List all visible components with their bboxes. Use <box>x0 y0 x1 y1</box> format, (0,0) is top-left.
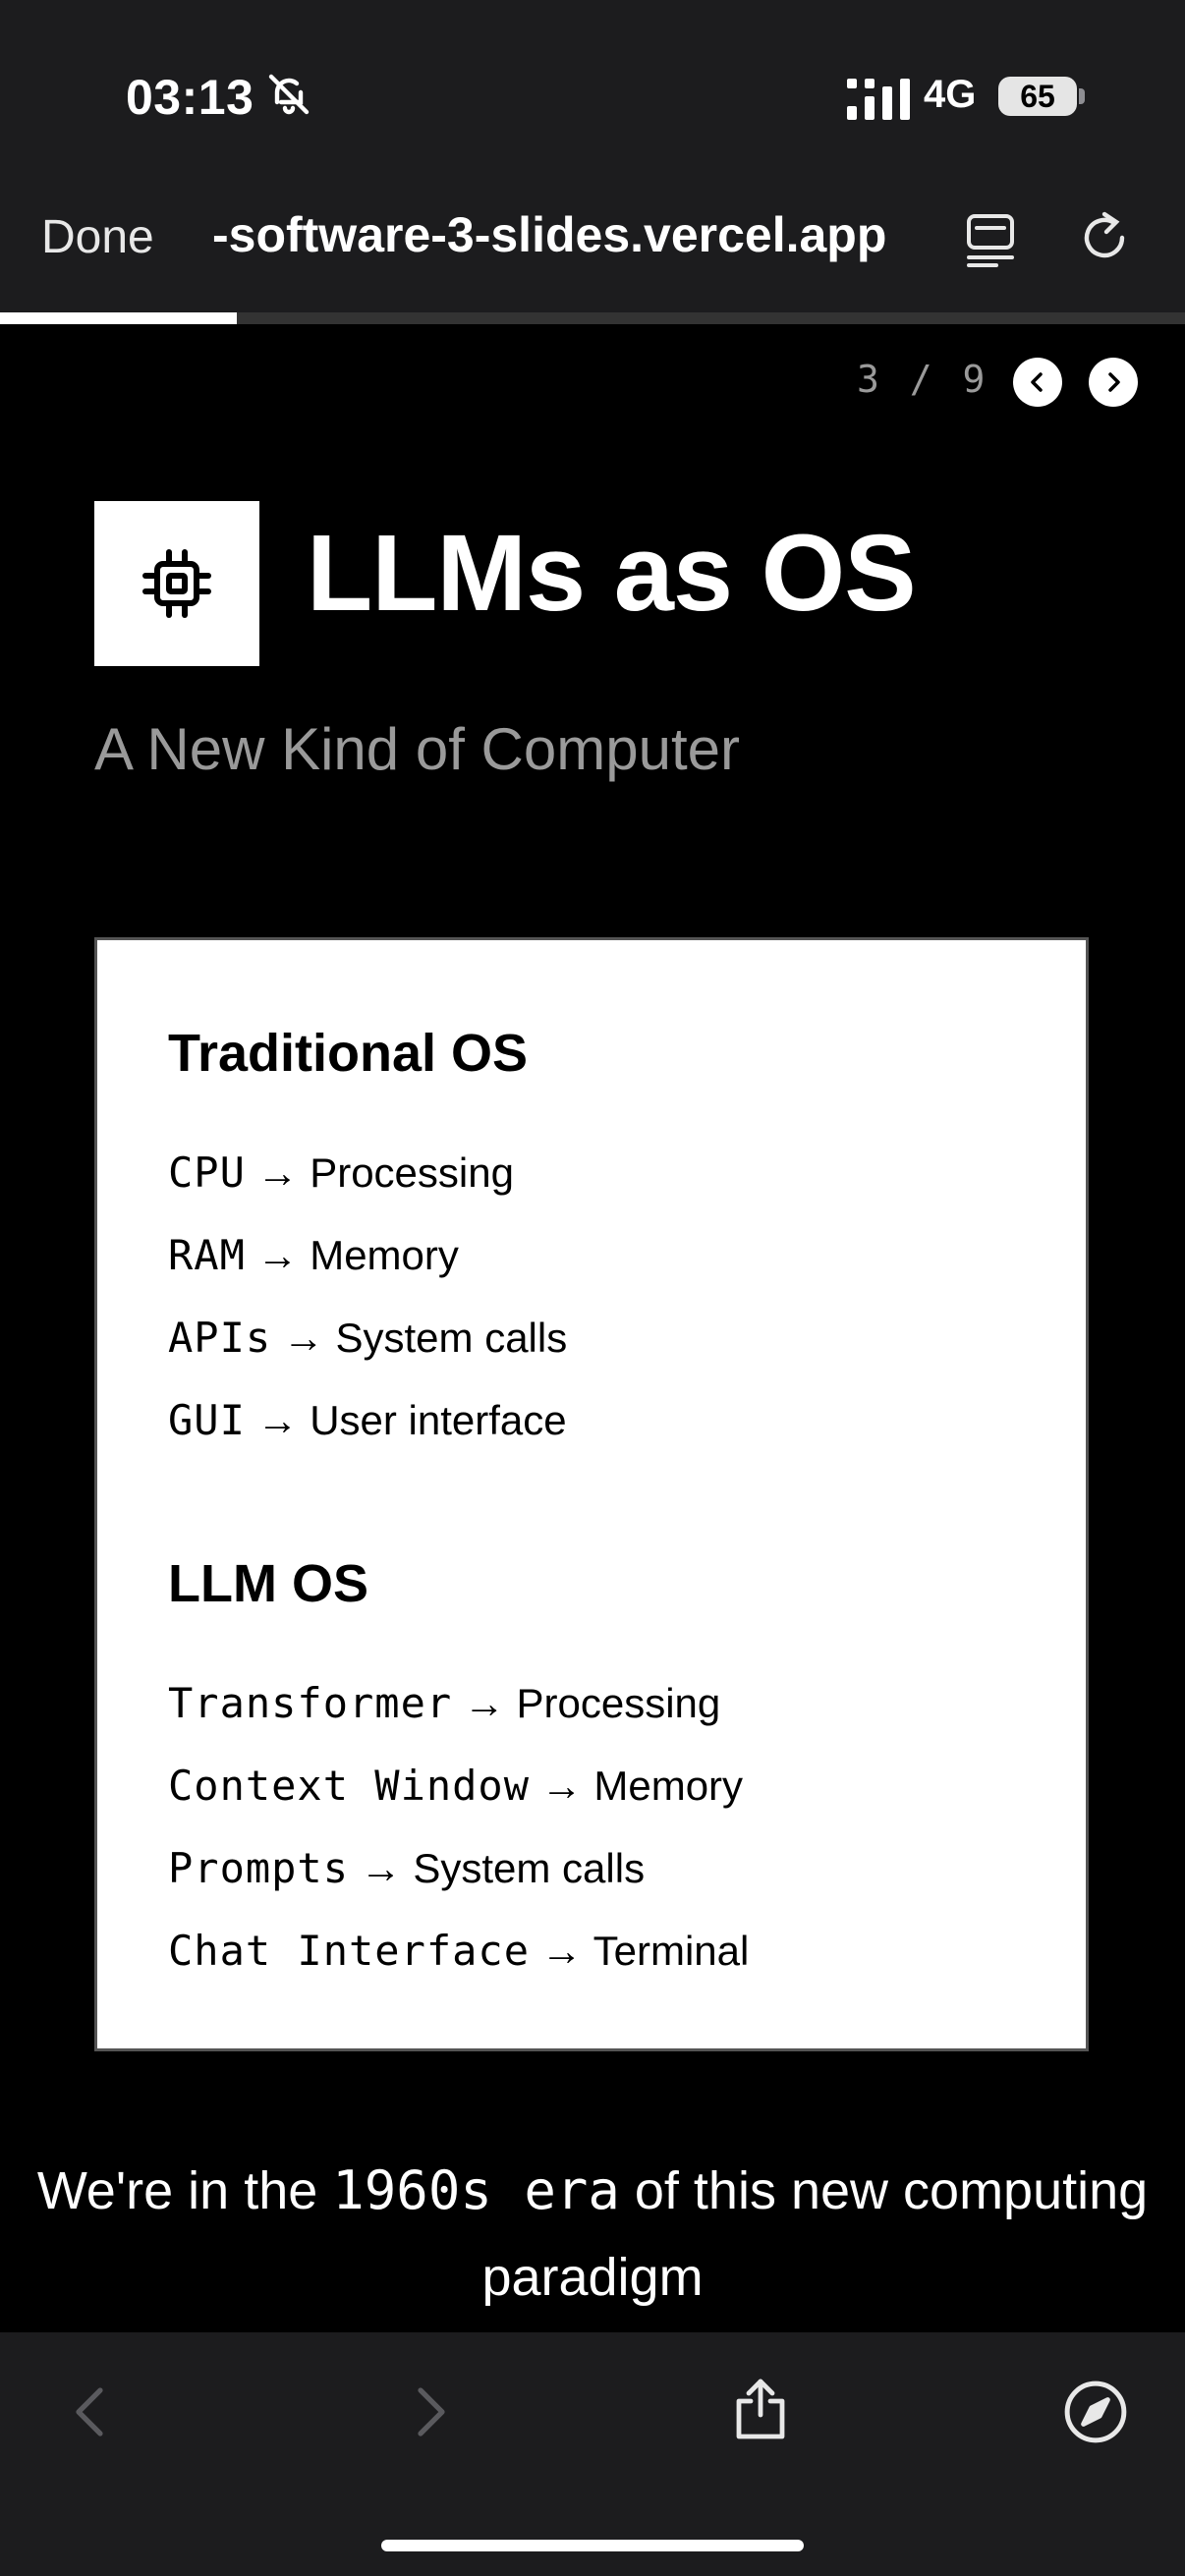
home-indicator <box>381 2540 804 2551</box>
section-heading-llm: LLM OS <box>168 1554 368 1613</box>
slide-subtitle: A New Kind of Computer <box>94 716 740 782</box>
meaning: System calls <box>335 1315 568 1361</box>
list-item: Transformer → Processing <box>168 1679 720 1727</box>
meaning: Terminal <box>592 1928 750 1974</box>
comparison-card: Traditional OS CPU → Processing RAM → Me… <box>94 937 1089 2051</box>
forward-icon[interactable] <box>403 2381 458 2442</box>
compass-icon[interactable] <box>1063 2380 1128 2444</box>
signal-icon <box>847 79 910 120</box>
done-button[interactable]: Done <box>41 210 154 264</box>
arrow: → <box>245 1149 310 1196</box>
footer-era: 1960s era <box>332 2159 620 2221</box>
reload-icon[interactable] <box>1079 210 1134 265</box>
list-item: Context Window → Memory <box>168 1762 743 1810</box>
list-item: APIs → System calls <box>168 1314 567 1362</box>
url-label[interactable]: -software-3-slides.vercel.app <box>212 206 949 263</box>
battery-nub <box>1079 88 1085 104</box>
meaning: Memory <box>310 1232 459 1278</box>
meaning: User interface <box>310 1397 567 1443</box>
battery-level: 65 <box>1020 79 1055 114</box>
arrow: → <box>245 1397 310 1443</box>
cpu-chip-icon <box>142 549 211 618</box>
term: CPU <box>168 1148 246 1197</box>
section-heading-traditional: Traditional OS <box>168 1024 529 1083</box>
arrow: → <box>530 1928 593 1974</box>
status-time: 03:13 <box>126 70 254 125</box>
term: Chat Interface <box>168 1927 531 1975</box>
list-item: GUI → User interface <box>168 1396 567 1444</box>
meaning: Memory <box>593 1763 744 1809</box>
slide-counter: 3 / 9 <box>857 358 989 401</box>
network-type: 4G <box>924 73 977 116</box>
list-item: RAM → Memory <box>168 1231 459 1279</box>
meaning: Processing <box>516 1680 721 1726</box>
slide-logo <box>94 501 259 666</box>
arrow: → <box>245 1232 310 1278</box>
page-progress-fill <box>0 312 237 324</box>
arrow: → <box>349 1845 414 1891</box>
list-item: Prompts → System calls <box>168 1844 645 1892</box>
back-icon[interactable] <box>63 2381 118 2442</box>
slide-footer: We're in the 1960s era of this new compu… <box>0 2148 1185 2321</box>
term: APIs <box>168 1314 272 1362</box>
slide-title: LLMs as OS <box>307 513 917 634</box>
next-slide-button[interactable] <box>1089 358 1138 407</box>
arrow: → <box>530 1763 594 1809</box>
chevron-right-icon <box>1108 372 1120 392</box>
battery-icon: 65 <box>998 77 1077 116</box>
arrow: → <box>452 1680 517 1726</box>
list-item: Chat Interface → Terminal <box>168 1927 749 1975</box>
term: Transformer <box>168 1679 453 1727</box>
arrow: → <box>271 1315 336 1361</box>
term: GUI <box>168 1396 246 1444</box>
bell-slash-icon <box>268 74 310 115</box>
reader-icon[interactable] <box>965 212 1016 267</box>
term: Prompts <box>168 1844 350 1892</box>
chevron-left-icon <box>1031 372 1043 392</box>
meaning: Processing <box>310 1149 514 1196</box>
term: Context Window <box>168 1762 531 1810</box>
previous-slide-button[interactable] <box>1013 358 1062 407</box>
list-item: CPU → Processing <box>168 1148 514 1197</box>
footer-text-before: We're in the <box>36 2161 333 2220</box>
term: RAM <box>168 1231 246 1279</box>
share-icon[interactable] <box>731 2372 790 2440</box>
meaning: System calls <box>413 1845 646 1891</box>
